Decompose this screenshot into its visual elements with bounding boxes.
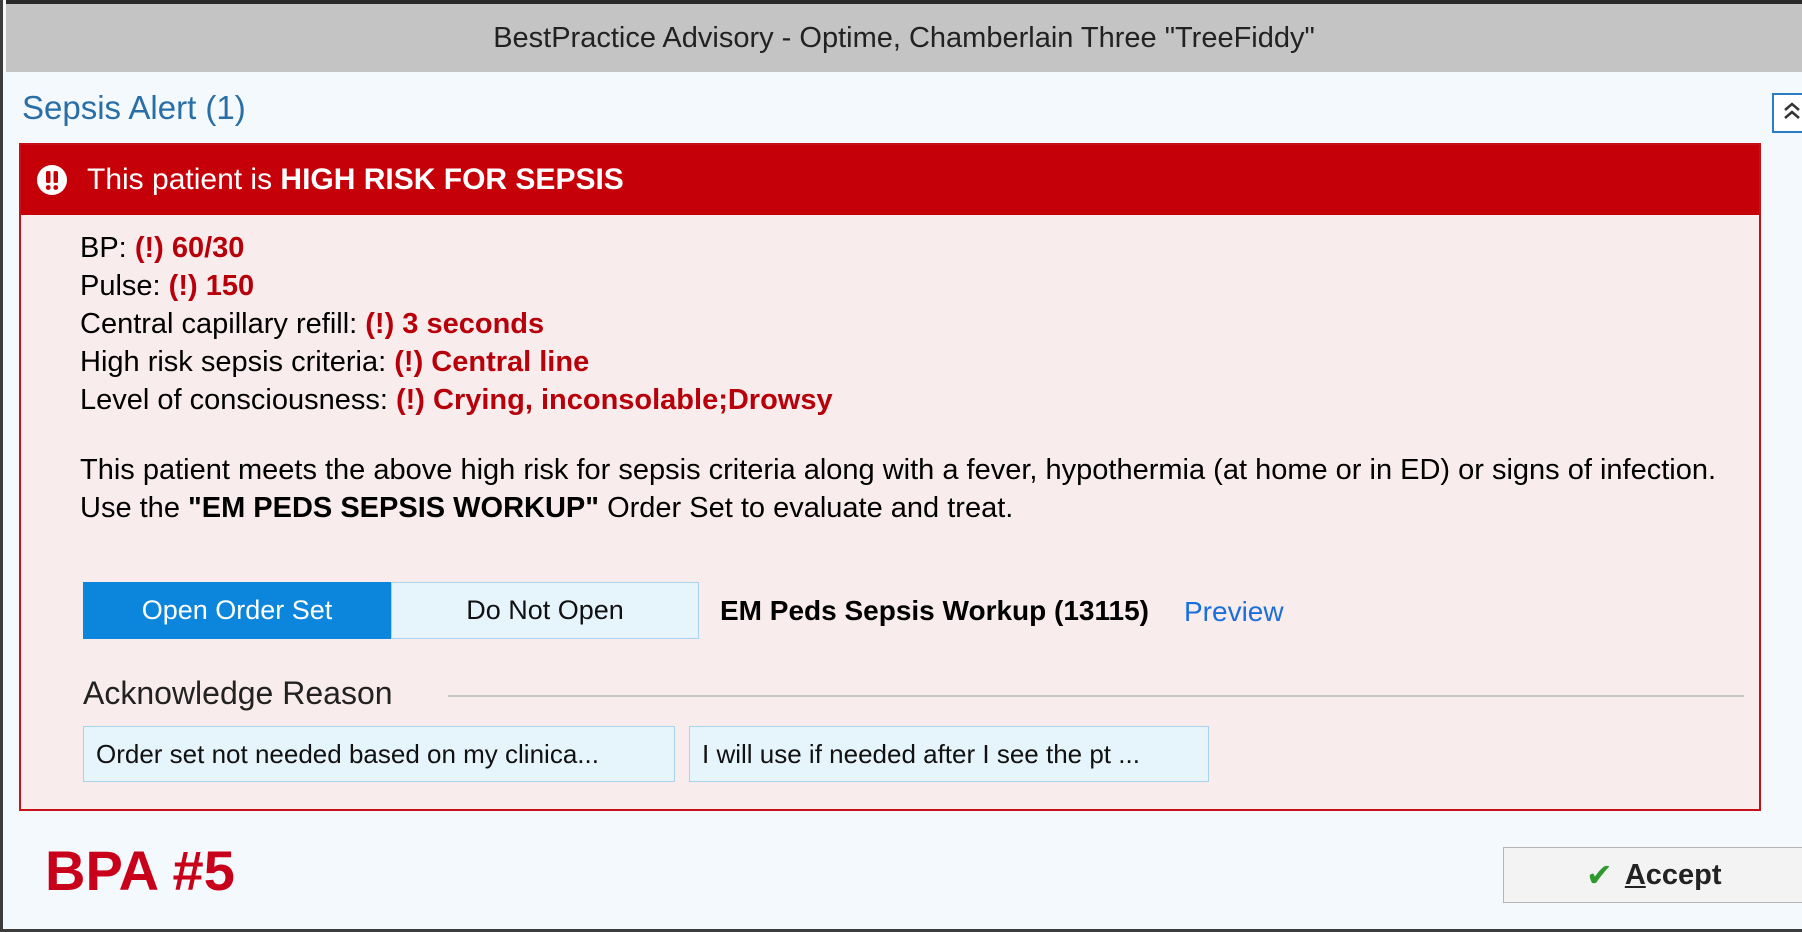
criteria-label: Central capillary refill: — [80, 308, 366, 340]
reason-button-not-needed[interactable]: Order set not needed based on my clinica… — [83, 726, 675, 782]
section-title-text: Sepsis Alert — [22, 89, 197, 126]
alert-header-prefix: This patient is — [87, 163, 281, 196]
criteria-label: High risk sepsis criteria: — [80, 346, 395, 378]
checkmark-icon: ✔ — [1586, 857, 1613, 893]
window-titlebar: BestPractice Advisory - Optime, Chamberl… — [6, 0, 1802, 72]
criteria-row-pulse: Pulse: (!) 150 — [80, 267, 833, 305]
advisory-window: BestPractice Advisory - Optime, Chamberl… — [0, 0, 1802, 932]
criteria-label: Pulse: — [80, 270, 169, 302]
criteria-value: (!) Crying, inconsolable;Drowsy — [395, 384, 833, 416]
criteria-row-capillary-refill: Central capillary refill: (!) 3 seconds — [80, 305, 833, 343]
order-set-name: EM Peds Sepsis Workup (13115) — [720, 595, 1149, 626]
acknowledge-reason-label: Acknowledge Reason — [83, 675, 393, 711]
criteria-value: (!) 3 seconds — [365, 308, 545, 340]
reason-button-use-if-needed[interactable]: I will use if needed after I see the pt … — [689, 726, 1209, 782]
preview-link[interactable]: Preview — [1184, 596, 1284, 628]
criteria-list: BP: (!) 60/30 Pulse: (!) 150 Central cap… — [80, 229, 833, 419]
criteria-value: (!) Central line — [394, 346, 590, 378]
alert-header: This patient is HIGH RISK FOR SEPSIS — [21, 145, 1759, 215]
sepsis-alert-panel: This patient is HIGH RISK FOR SEPSIS BP:… — [19, 143, 1761, 811]
criteria-value: (!) 60/30 — [134, 232, 245, 264]
exclamation-circle-icon — [35, 163, 69, 197]
accept-hotkey-letter: A — [1624, 858, 1646, 891]
criteria-row-high-risk: High risk sepsis criteria: (!) Central l… — [80, 343, 833, 381]
do-not-open-button[interactable]: Do Not Open — [391, 582, 699, 639]
alert-header-emphasis: HIGH RISK FOR SEPSIS — [280, 163, 624, 196]
bpa-label: BPA #5 — [45, 839, 235, 902]
accept-button[interactable]: ✔ Accept — [1503, 847, 1802, 903]
accept-label: ccept — [1645, 858, 1722, 891]
divider — [448, 695, 1744, 697]
criteria-label: BP: — [80, 232, 135, 264]
message-part2: Order Set to evaluate and treat. — [599, 492, 1014, 524]
message-emphasis: "EM PEDS SEPSIS WORKUP" — [188, 492, 600, 524]
collapse-button[interactable] — [1772, 93, 1802, 133]
criteria-row-consciousness: Level of consciousness: (!) Crying, inco… — [80, 381, 833, 419]
criteria-label: Level of consciousness: — [80, 384, 396, 416]
double-chevron-up-icon — [1781, 100, 1802, 127]
criteria-row-bp: BP: (!) 60/30 — [80, 229, 833, 267]
criteria-value: (!) 150 — [168, 270, 255, 302]
window-title: BestPractice Advisory - Optime, Chamberl… — [493, 21, 1315, 54]
section-count: (1) — [205, 89, 246, 126]
alert-message: This patient meets the above high risk f… — [80, 451, 1750, 527]
section-title: Sepsis Alert (1) — [22, 89, 246, 127]
open-order-set-button[interactable]: Open Order Set — [83, 582, 391, 639]
